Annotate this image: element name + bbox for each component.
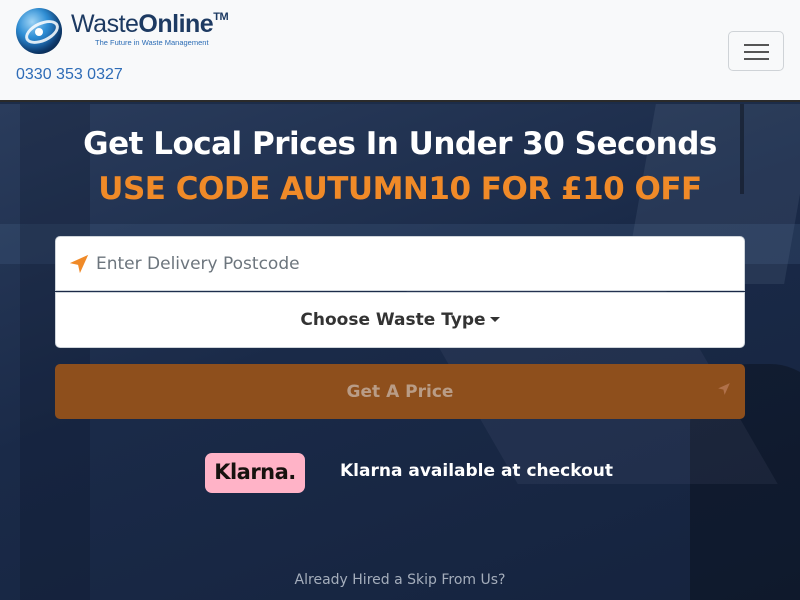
klarna-logo-text: Klarna. xyxy=(214,460,296,484)
hero-section: Get Local Prices In Under 30 Seconds USE… xyxy=(0,104,800,600)
hamburger-line-icon xyxy=(744,44,769,46)
klarna-availability-text: Klarna available at checkout xyxy=(340,461,614,481)
postcode-field[interactable] xyxy=(55,236,745,291)
get-price-label: Get A Price xyxy=(346,381,454,402)
hero-headline: Get Local Prices In Under 30 Seconds xyxy=(83,126,717,162)
phone-number-link[interactable]: 0330 353 0327 xyxy=(16,66,123,84)
already-hired-link[interactable]: Already Hired a Skip From Us? xyxy=(0,572,800,588)
logo-tagline: The Future in Waste Management xyxy=(95,38,209,47)
logo-wordmark: WasteOnlineTM xyxy=(71,10,229,39)
promo-code-text: USE CODE AUTUMN10 FOR £10 OFF xyxy=(98,171,702,207)
klarna-logo: Klarna. xyxy=(205,453,305,493)
wasteonline-logo[interactable]: WasteOnlineTM The Future in Waste Manage… xyxy=(16,8,236,60)
postcode-input[interactable] xyxy=(96,237,736,290)
location-arrow-icon xyxy=(718,383,730,395)
location-arrow-icon xyxy=(69,254,89,274)
hamburger-line-icon xyxy=(744,51,769,53)
waste-type-label: Choose Waste Type xyxy=(300,310,486,330)
logo-trademark: TM xyxy=(213,11,229,23)
get-price-button[interactable]: Get A Price xyxy=(55,364,745,419)
hamburger-menu-button[interactable] xyxy=(728,31,784,71)
logo-name-regular: Waste xyxy=(71,10,139,38)
logo-name-bold: Online xyxy=(138,10,214,38)
caret-down-icon xyxy=(489,317,500,322)
waste-type-dropdown[interactable]: Choose Waste Type xyxy=(55,292,745,348)
hamburger-line-icon xyxy=(744,58,769,60)
site-header: WasteOnlineTM The Future in Waste Manage… xyxy=(0,0,800,102)
globe-logo-icon xyxy=(16,8,62,54)
